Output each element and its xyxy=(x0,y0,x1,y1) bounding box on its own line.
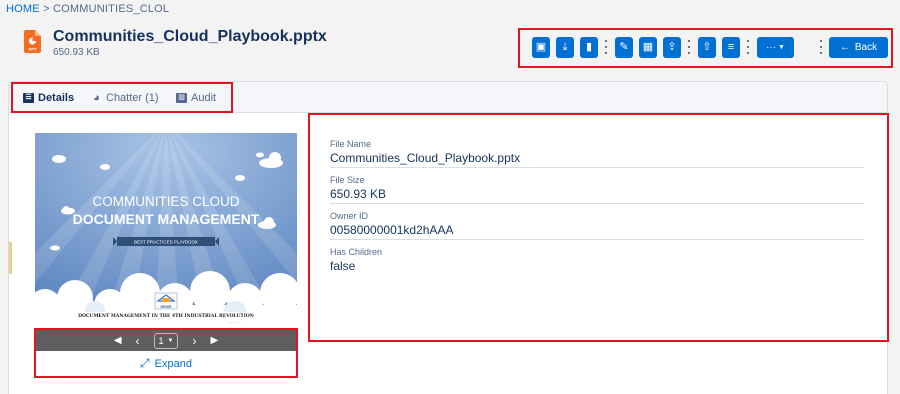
expand-button[interactable]: ⤢ Expand xyxy=(36,356,296,371)
tab-audit-label: Audit xyxy=(191,92,217,104)
arrow-left-icon: ← xyxy=(839,42,850,53)
page-number: 1 xyxy=(158,335,164,346)
field-label: File Size xyxy=(330,175,365,185)
preview-logo-text: DRIVE xyxy=(161,305,173,309)
field-value: 00580000001kd2hAAA xyxy=(330,223,454,237)
details-panel: File Name Communities_Cloud_Playbook.ppt… xyxy=(308,113,889,342)
share-button[interactable]: ⇪ xyxy=(663,37,681,58)
expand-icon: ⤢ xyxy=(140,356,150,370)
toolbar-divider xyxy=(746,40,749,54)
preview-title-line1: COMMUNITIES CLOUD xyxy=(92,194,239,209)
field-label: Owner ID xyxy=(330,211,369,221)
field-has-children: Has Children false xyxy=(330,247,864,273)
clipboard-button[interactable]: ▮ xyxy=(580,37,598,58)
preview-button[interactable]: ▣ xyxy=(532,37,550,58)
tab-details[interactable]: ☰ Details xyxy=(23,92,74,104)
preview-banner: BEST PRACTICES PLAYBOOK xyxy=(134,240,198,245)
breadcrumb-separator: > xyxy=(43,3,50,15)
clipboard-icon: ▮ xyxy=(585,41,593,53)
file-detail-card: ☰ Details ◕ Chatter (1) ▥ Audit COMMUNIT… xyxy=(8,81,889,394)
expand-label: Expand xyxy=(154,357,192,370)
audit-icon: ▥ xyxy=(176,93,187,103)
prev-page-icon[interactable]: ‹ xyxy=(136,334,140,348)
edit-icon: ✎ xyxy=(619,41,629,53)
document-preview: COMMUNITIES CLOUD DOCUMENT MANAGEMENT BE… xyxy=(35,133,297,323)
edit-button[interactable]: ✎ xyxy=(615,37,633,58)
toolbar-divider xyxy=(819,40,822,54)
upload-icon: ⇧ xyxy=(702,41,712,53)
tabs-highlight: ☰ Details ◕ Chatter (1) ▥ Audit xyxy=(11,82,233,113)
more-actions-button[interactable]: ··· ▼ xyxy=(757,37,794,58)
preview-title-line2: DOCUMENT MANAGEMENT xyxy=(73,211,260,227)
page-title: Communities_Cloud_Playbook.pptx xyxy=(53,28,327,45)
page-select[interactable]: 1 ▼ xyxy=(153,332,179,349)
side-marker xyxy=(9,242,12,274)
chatter-icon: ◕ xyxy=(93,92,100,104)
file-size-subtitle: 650.93 KB xyxy=(53,47,100,58)
tab-chatter[interactable]: ◕ Chatter (1) xyxy=(91,92,159,104)
file-type-badge: PPT xyxy=(29,47,37,52)
tab-chatter-label: Chatter (1) xyxy=(106,92,159,104)
details-icon: ☰ xyxy=(23,93,34,103)
preview-controls: ◀ ‹ 1 ▼ › ▶ ⤢ Expand xyxy=(34,328,298,378)
field-owner-id: Owner ID 00580000001kd2hAAA xyxy=(330,211,864,240)
toolbar-divider xyxy=(604,40,607,54)
last-page-icon[interactable]: ▶ xyxy=(210,335,218,346)
preview-pager: ◀ ‹ 1 ▼ › ▶ xyxy=(36,330,296,351)
list-button[interactable]: ≡ xyxy=(722,37,740,58)
field-value: Communities_Cloud_Playbook.pptx xyxy=(330,151,521,165)
field-label: Has Children xyxy=(330,247,383,257)
caret-down-icon: ▼ xyxy=(778,44,785,51)
breadcrumb: HOME > COMMUNITIES_CLOL xyxy=(6,3,169,15)
field-value: false xyxy=(330,259,356,273)
tab-bar: ☰ Details ◕ Chatter (1) ▥ Audit xyxy=(9,82,887,113)
field-value: 650.93 KB xyxy=(330,187,387,201)
chevron-down-icon: ▼ xyxy=(167,337,174,344)
breadcrumb-current: COMMUNITIES_CLOL xyxy=(52,3,170,15)
more-label: ··· xyxy=(766,42,777,53)
share-icon: ⇪ xyxy=(667,41,677,53)
back-label: Back xyxy=(854,42,878,53)
breadcrumb-home-link[interactable]: HOME xyxy=(6,3,40,15)
list-icon: ≡ xyxy=(727,41,735,53)
download-button[interactable]: ⤓ xyxy=(556,37,574,58)
delete-icon: ▦ xyxy=(642,41,654,53)
preview-footer: DOCUMENT MANAGEMENT IN THE 4TH INDUSTRIA… xyxy=(35,312,297,322)
first-page-icon[interactable]: ◀ xyxy=(114,335,122,346)
field-file-size: File Size 650.93 KB xyxy=(330,175,864,204)
pptx-file-icon: PPT xyxy=(24,30,41,53)
back-button[interactable]: ← Back xyxy=(829,37,888,58)
upload-button[interactable]: ⇧ xyxy=(698,37,716,58)
tab-audit[interactable]: ▥ Audit xyxy=(176,92,216,104)
preview-icon: ▣ xyxy=(535,41,547,53)
action-toolbar: ▣ ⤓ ▮ ✎ ▦ ⇪ ⇧ ≡ ··· ▼ ← Back xyxy=(518,28,893,68)
delete-button[interactable]: ▦ xyxy=(639,37,657,58)
download-icon: ⤓ xyxy=(562,41,568,53)
tab-details-label: Details xyxy=(38,92,75,104)
field-label: File Name xyxy=(330,139,372,149)
toolbar-divider xyxy=(687,40,690,54)
field-file-name: File Name Communities_Cloud_Playbook.ppt… xyxy=(330,139,864,168)
next-page-icon[interactable]: › xyxy=(192,334,196,348)
